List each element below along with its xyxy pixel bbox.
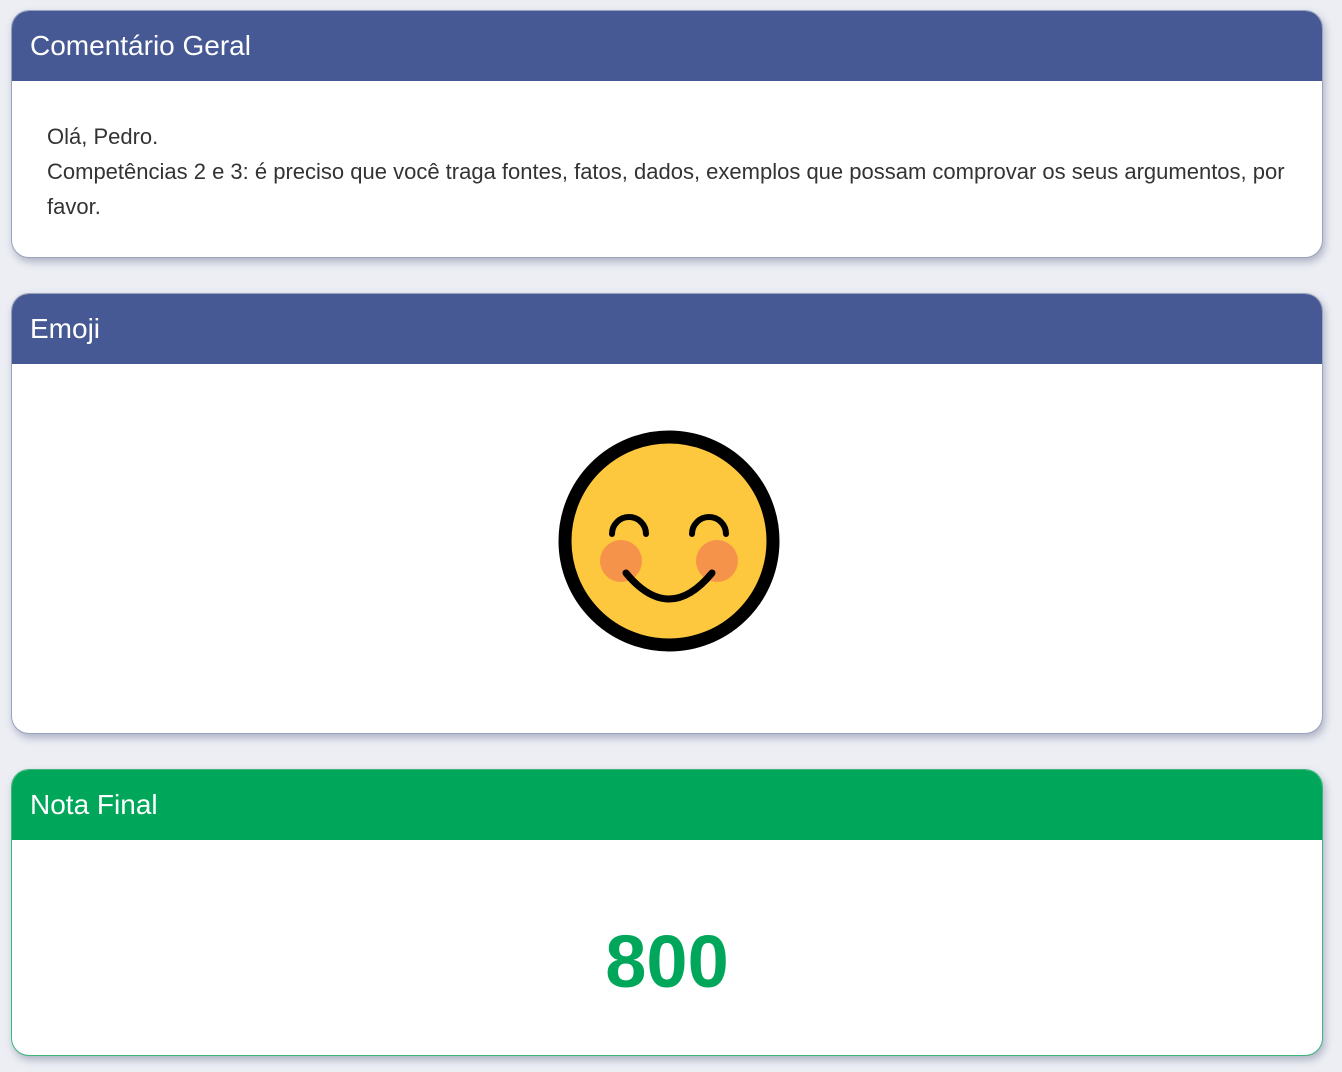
- final-grade-header: Nota Final: [12, 770, 1322, 840]
- emoji-header: Emoji: [12, 294, 1322, 364]
- general-comment-header: Comentário Geral: [12, 11, 1322, 81]
- emoji-title: Emoji: [30, 313, 101, 344]
- final-grade-title: Nota Final: [30, 789, 158, 820]
- emoji-body: [12, 364, 1322, 733]
- general-comment-title: Comentário Geral: [30, 30, 251, 61]
- smiling-face-icon: [558, 430, 780, 652]
- comment-greeting: Olá, Pedro.: [47, 124, 159, 149]
- general-comment-body: Olá, Pedro. Competências 2 e 3: é precis…: [12, 81, 1322, 224]
- general-comment-card: Comentário Geral Olá, Pedro. Competência…: [11, 10, 1323, 258]
- final-grade-value: 800: [605, 920, 729, 1003]
- final-grade-card: Nota Final 800: [11, 769, 1323, 1056]
- emoji-card: Emoji: [11, 293, 1323, 734]
- comment-text: Competências 2 e 3: é preciso que você t…: [47, 159, 1285, 219]
- final-grade-body: 800: [12, 840, 1322, 1055]
